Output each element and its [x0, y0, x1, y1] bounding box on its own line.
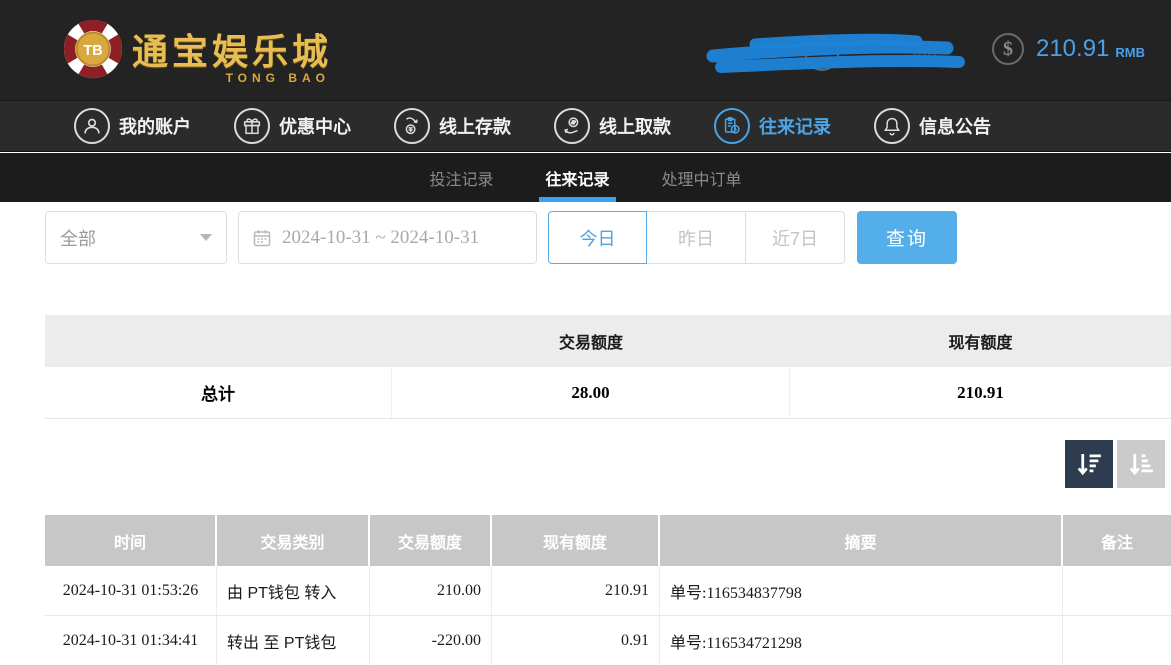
records-icon [714, 108, 750, 144]
table-row: 2024-10-31 01:34:41 转出 至 PT钱包 -220.00 0.… [45, 616, 1171, 665]
cell-summary: 单号:116534837798 [660, 566, 1063, 615]
gift-icon [234, 108, 270, 144]
nav-label: 往来记录 [759, 113, 831, 139]
cell-time: 2024-10-31 01:34:41 [45, 616, 217, 665]
summary-header-current-amount: 现有额度 [790, 315, 1171, 367]
account-icon [74, 108, 110, 144]
nav-item-promotions[interactable]: 优惠中心 [234, 108, 351, 144]
balance-display: $ 210.91 RMB [992, 33, 1145, 65]
currency-coin-icon: $ [992, 33, 1024, 65]
summary-header-empty [45, 315, 392, 367]
header-remark: 备注 [1063, 515, 1171, 566]
balance-currency: RMB [1115, 38, 1145, 60]
tab-pending-orders[interactable]: 处理中订单 [660, 153, 744, 202]
table-row: 2024-10-31 01:53:26 由 PT钱包 转入 210.00 210… [45, 566, 1171, 616]
cell-amount: -220.00 [370, 616, 492, 665]
redaction-scribble [695, 30, 975, 78]
header-type: 交易类别 [217, 515, 370, 566]
logo-title-en: TONG BAO [226, 71, 330, 85]
nav-label: 信息公告 [919, 113, 991, 139]
search-button[interactable]: 查询 [857, 211, 957, 264]
cell-summary: 单号:116534721298 [660, 616, 1063, 665]
nav-item-my-account[interactable]: 我的账户 [74, 108, 191, 144]
chevron-down-icon [200, 234, 212, 241]
nav-label: 线上取款 [599, 113, 671, 139]
page: TB 通宝娱乐城 TONG BAO 500 $ 210.91 RMB [0, 0, 1171, 665]
cell-remark [1063, 616, 1171, 665]
range-yesterday-button[interactable]: 昨日 [647, 211, 746, 264]
type-select-value: 全部 [60, 225, 96, 251]
logo-text: 通宝娱乐城 TONG BAO [132, 23, 332, 75]
sort-button-group [1065, 440, 1165, 488]
sort-ascending-button[interactable] [1117, 440, 1165, 488]
nav-label: 优惠中心 [279, 113, 351, 139]
balance-amount: 210.91 [1036, 35, 1109, 63]
cell-type: 转出 至 PT钱包 [217, 616, 370, 665]
summary-total-label: 总计 [45, 367, 392, 418]
top-header: TB 通宝娱乐城 TONG BAO 500 $ 210.91 RMB [0, 0, 1171, 100]
active-tab-underline [539, 197, 615, 202]
logo-title-cn: 通宝娱乐城 [132, 23, 332, 75]
date-range-value: 2024-10-31 ~ 2024-10-31 [282, 227, 479, 249]
range-button-label: 近7日 [772, 225, 818, 251]
records-table: 时间 交易类别 交易额度 现有额度 摘要 备注 2024-10-31 01:53… [45, 515, 1171, 665]
cell-remark [1063, 566, 1171, 615]
summary-table-header: 交易额度 现有额度 [45, 315, 1171, 367]
cell-balance: 210.91 [492, 566, 660, 615]
header-amount: 交易额度 [370, 515, 492, 566]
username-area: 500 [695, 30, 975, 78]
range-last7days-button[interactable]: 近7日 [746, 211, 845, 264]
header-time: 时间 [45, 515, 217, 566]
range-button-label: 今日 [580, 225, 616, 251]
sub-nav: 投注记录 往来记录 处理中订单 [0, 153, 1171, 202]
withdraw-icon [554, 108, 590, 144]
bell-icon [874, 108, 910, 144]
calendar-icon [252, 228, 272, 248]
header-summary: 摘要 [660, 515, 1063, 566]
summary-header-trade-amount: 交易额度 [392, 315, 790, 367]
site-logo[interactable]: TB 通宝娱乐城 TONG BAO [62, 18, 332, 80]
type-select[interactable]: 全部 [45, 211, 227, 264]
summary-table: 交易额度 现有额度 总计 28.00 210.91 [45, 315, 1171, 419]
nav-label: 线上存款 [439, 113, 511, 139]
nav-item-announcements[interactable]: 信息公告 [874, 108, 991, 144]
nav-item-deposit[interactable]: 线上存款 [394, 108, 511, 144]
summary-trade-amount: 28.00 [392, 367, 790, 418]
cell-balance: 0.91 [492, 616, 660, 665]
summary-current-amount: 210.91 [790, 367, 1171, 418]
filter-row: 全部 2024-10-31 ~ 2024-10-31 今日 昨日 近7日 [45, 211, 1126, 264]
search-button-label: 查询 [886, 224, 928, 251]
sort-ascending-icon [1126, 449, 1156, 479]
deposit-icon [394, 108, 430, 144]
cell-type: 由 PT钱包 转入 [217, 566, 370, 615]
nav-label: 我的账户 [119, 113, 191, 139]
summary-total-row: 总计 28.00 210.91 [45, 367, 1171, 419]
tab-label: 投注记录 [429, 166, 493, 190]
tab-betting-records[interactable]: 投注记录 [427, 153, 495, 202]
cell-time: 2024-10-31 01:53:26 [45, 566, 217, 615]
header-balance: 现有额度 [492, 515, 660, 566]
tab-label: 往来记录 [545, 166, 609, 190]
sort-descending-icon [1074, 449, 1104, 479]
svg-text:TB: TB [83, 43, 102, 59]
casino-chip-icon: TB [62, 18, 124, 80]
main-nav: 我的账户 优惠中心 线上存款 [0, 100, 1171, 152]
sort-descending-button[interactable] [1065, 440, 1113, 488]
nav-item-withdraw[interactable]: 线上取款 [554, 108, 671, 144]
tab-transaction-records[interactable]: 往来记录 [543, 153, 611, 202]
range-button-label: 昨日 [678, 225, 714, 251]
tab-label: 处理中订单 [662, 166, 742, 190]
records-table-header: 时间 交易类别 交易额度 现有额度 摘要 备注 [45, 515, 1171, 566]
range-today-button[interactable]: 今日 [548, 211, 647, 264]
nav-item-transaction-records[interactable]: 往来记录 [714, 108, 831, 144]
date-range-input[interactable]: 2024-10-31 ~ 2024-10-31 [238, 211, 537, 264]
cell-amount: 210.00 [370, 566, 492, 615]
quick-range-group: 今日 昨日 近7日 [548, 211, 845, 264]
